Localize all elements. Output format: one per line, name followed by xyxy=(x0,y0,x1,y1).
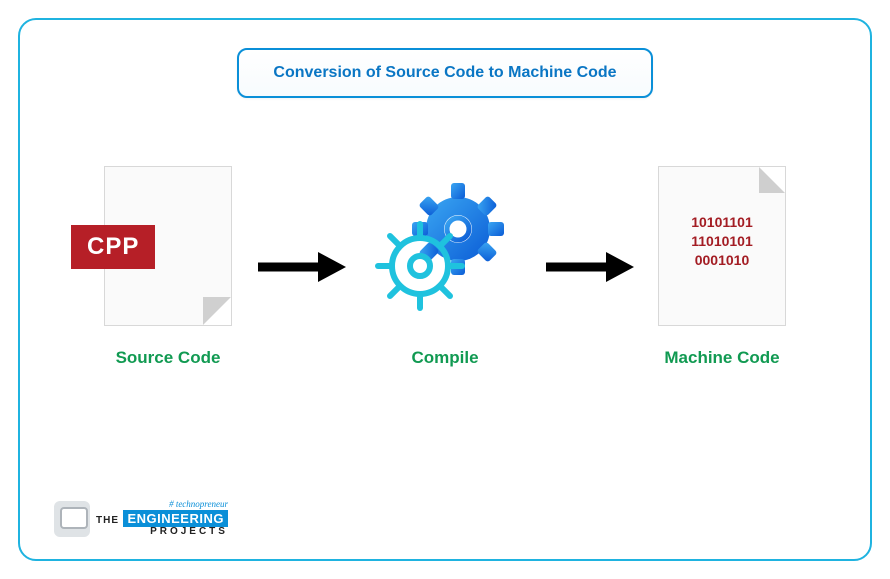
compile-gear-icon xyxy=(370,166,520,326)
robot-icon xyxy=(54,501,90,537)
page-fold-icon xyxy=(203,297,231,325)
arrow-icon xyxy=(256,250,346,284)
flow-row: CPP Source Code xyxy=(20,166,870,368)
source-document-icon: CPP xyxy=(104,166,232,326)
logo-line3: PROJECTS xyxy=(150,527,228,537)
diagram-title: Conversion of Source Code to Machine Cod… xyxy=(273,64,616,81)
cpp-badge: CPP xyxy=(71,225,155,269)
binary-line: 0001010 xyxy=(659,251,785,270)
logo-text: # technopreneur THE ENGINEERING PROJECTS xyxy=(96,500,228,537)
stage-source: CPP Source Code xyxy=(104,166,232,368)
binary-line: 10101101 xyxy=(659,213,785,232)
diagram-frame: Conversion of Source Code to Machine Cod… xyxy=(18,18,872,561)
arrow-icon xyxy=(544,250,634,284)
logo-line1: THE xyxy=(96,515,119,526)
title-box: Conversion of Source Code to Machine Cod… xyxy=(237,48,652,98)
stage-compile: Compile xyxy=(370,166,520,368)
logo-tag: # technopreneur xyxy=(169,500,228,509)
logo-line2: ENGINEERING xyxy=(123,510,228,527)
compile-label: Compile xyxy=(411,348,478,368)
stage-machine: 10101101 11010101 0001010 Machine Code xyxy=(658,166,786,368)
machine-label: Machine Code xyxy=(664,348,779,368)
binary-line: 11010101 xyxy=(659,232,785,251)
machine-document-icon: 10101101 11010101 0001010 xyxy=(658,166,786,326)
brand-logo: # technopreneur THE ENGINEERING PROJECTS xyxy=(54,500,228,537)
page-fold-icon xyxy=(759,167,785,193)
binary-content: 10101101 11010101 0001010 xyxy=(659,213,785,270)
source-label: Source Code xyxy=(116,348,221,368)
